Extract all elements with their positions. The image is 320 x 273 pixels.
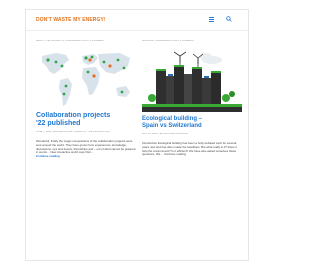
post-excerpt: Wonderful, finally the magic composition… bbox=[36, 139, 136, 159]
post-card: ABOUT THE PROJECTS, COLLABORATIONS | 1 C… bbox=[36, 40, 136, 159]
hamburger-menu-icon[interactable] bbox=[209, 17, 214, 22]
world-map-image[interactable] bbox=[36, 48, 136, 112]
site-header: DON'T WASTE MY ENERGY! bbox=[26, 10, 248, 30]
post-card: BUILDING, COLLABORATIONS | 1 COMMENT Eco… bbox=[142, 40, 242, 157]
post-title-link[interactable]: Ecological building – Spain vs Switzerla… bbox=[142, 116, 242, 130]
post-excerpt: Introduction Ecological building has bee… bbox=[142, 141, 237, 157]
post-title-link[interactable]: Collaboration projects '22 published bbox=[36, 112, 136, 128]
header-divider bbox=[26, 30, 248, 31]
green-city-buildings-image[interactable] bbox=[142, 48, 242, 112]
post-categories[interactable]: ABOUT THE PROJECTS, COLLABORATIONS | 1 C… bbox=[36, 40, 136, 43]
post-meta: MAY 13, 2022 | ECOLOGICAL BUILDING bbox=[142, 133, 188, 135]
post-meta: JUNE 7, 2022 | ELAINE GUTIER, BOARD OF T… bbox=[36, 131, 110, 133]
post-categories[interactable]: BUILDING, COLLABORATIONS | 1 COMMENT bbox=[142, 40, 242, 43]
site-title[interactable]: DON'T WASTE MY ENERGY! bbox=[36, 17, 106, 23]
continue-reading-link[interactable]: Continue reading bbox=[36, 154, 136, 159]
search-icon[interactable] bbox=[226, 16, 232, 22]
page-frame: DON'T WASTE MY ENERGY! ABOUT THE PROJECT… bbox=[25, 9, 249, 261]
